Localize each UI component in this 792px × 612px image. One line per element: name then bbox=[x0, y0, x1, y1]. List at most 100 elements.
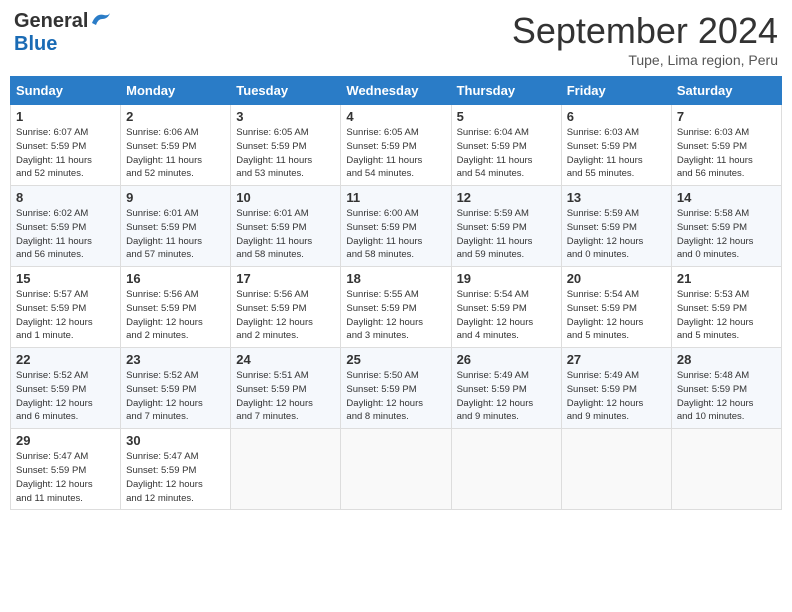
calendar-cell-5-7 bbox=[671, 429, 781, 510]
calendar-week-1: 1 Sunrise: 6:07 AM Sunset: 5:59 PM Daylig… bbox=[11, 105, 782, 186]
calendar-cell-2-3: 10Sunrise: 6:01 AM Sunset: 5:59 PM Dayli… bbox=[231, 186, 341, 267]
day-info: Sunrise: 5:56 AM Sunset: 5:59 PM Dayligh… bbox=[236, 288, 335, 343]
calendar-cell-4-5: 26Sunrise: 5:49 AM Sunset: 5:59 PM Dayli… bbox=[451, 348, 561, 429]
calendar-week-5: 29 Sunrise: 5:47 AM Sunset: 5:59 PM Dayli… bbox=[11, 429, 782, 510]
day-info: Sunrise: 5:58 AM Sunset: 5:59 PM Dayligh… bbox=[677, 207, 776, 262]
logo: General Blue bbox=[14, 10, 112, 56]
calendar-cell-4-6: 27 Sunrise: 5:49 AM Sunset: 5:59 PM Dayli… bbox=[561, 348, 671, 429]
day-info: Sunrise: 5:59 AM Sunset: 5:59 PM Dayligh… bbox=[457, 207, 556, 262]
month-title: September 2024 bbox=[512, 10, 778, 52]
day-info: Sunrise: 5:53 AM Sunset: 5:59 PM Dayligh… bbox=[677, 288, 776, 343]
day-number: 7 bbox=[677, 109, 776, 124]
calendar-cell-5-5 bbox=[451, 429, 561, 510]
day-number: 23 bbox=[126, 352, 225, 367]
day-number: 9 bbox=[126, 190, 225, 205]
day-number: 6 bbox=[567, 109, 666, 124]
day-number: 29 bbox=[16, 433, 115, 448]
calendar-cell-2-7: 14 Sunrise: 5:58 AM Sunset: 5:59 PM Dayli… bbox=[671, 186, 781, 267]
header-wednesday: Wednesday bbox=[341, 77, 451, 105]
day-info: Sunrise: 6:05 AM Sunset: 5:59 PM Dayligh… bbox=[236, 126, 335, 181]
day-info: Sunrise: 5:59 AM Sunset: 5:59 PM Dayligh… bbox=[567, 207, 666, 262]
calendar-cell-1-6: 6Sunrise: 6:03 AM Sunset: 5:59 PM Daylig… bbox=[561, 105, 671, 186]
day-info: Sunrise: 5:57 AM Sunset: 5:59 PM Dayligh… bbox=[16, 288, 115, 343]
calendar-cell-2-6: 13 Sunrise: 5:59 AM Sunset: 5:59 PM Dayli… bbox=[561, 186, 671, 267]
logo-general-text: General bbox=[14, 10, 88, 33]
calendar-cell-1-1: 1 Sunrise: 6:07 AM Sunset: 5:59 PM Daylig… bbox=[11, 105, 121, 186]
header-monday: Monday bbox=[121, 77, 231, 105]
calendar-cell-2-4: 11Sunrise: 6:00 AM Sunset: 5:59 PM Dayli… bbox=[341, 186, 451, 267]
calendar-cell-3-5: 19Sunrise: 5:54 AM Sunset: 5:59 PM Dayli… bbox=[451, 267, 561, 348]
day-info: Sunrise: 5:47 AM Sunset: 5:59 PM Dayligh… bbox=[16, 450, 115, 505]
day-number: 15 bbox=[16, 271, 115, 286]
day-number: 28 bbox=[677, 352, 776, 367]
calendar-cell-3-4: 18 Sunrise: 5:55 AM Sunset: 5:59 PM Dayli… bbox=[341, 267, 451, 348]
day-number: 13 bbox=[567, 190, 666, 205]
day-number: 3 bbox=[236, 109, 335, 124]
day-info: Sunrise: 5:52 AM Sunset: 5:59 PM Dayligh… bbox=[16, 369, 115, 424]
day-number: 25 bbox=[346, 352, 445, 367]
calendar-cell-2-1: 8 Sunrise: 6:02 AM Sunset: 5:59 PM Daylig… bbox=[11, 186, 121, 267]
calendar-cell-5-3 bbox=[231, 429, 341, 510]
logo-blue-text: Blue bbox=[14, 33, 57, 55]
day-info: Sunrise: 5:47 AM Sunset: 5:59 PM Dayligh… bbox=[126, 450, 225, 505]
header-row: Sunday Monday Tuesday Wednesday Thursday… bbox=[11, 77, 782, 105]
day-info: Sunrise: 6:07 AM Sunset: 5:59 PM Dayligh… bbox=[16, 126, 115, 181]
day-info: Sunrise: 5:54 AM Sunset: 5:59 PM Dayligh… bbox=[567, 288, 666, 343]
day-number: 14 bbox=[677, 190, 776, 205]
header-sunday: Sunday bbox=[11, 77, 121, 105]
day-number: 19 bbox=[457, 271, 556, 286]
calendar-cell-1-2: 2 Sunrise: 6:06 AM Sunset: 5:59 PM Daylig… bbox=[121, 105, 231, 186]
calendar-cell-3-6: 20 Sunrise: 5:54 AM Sunset: 5:59 PM Dayli… bbox=[561, 267, 671, 348]
calendar-cell-4-7: 28 Sunrise: 5:48 AM Sunset: 5:59 PM Dayli… bbox=[671, 348, 781, 429]
calendar-week-3: 15 Sunrise: 5:57 AM Sunset: 5:59 PM Dayli… bbox=[11, 267, 782, 348]
day-number: 1 bbox=[16, 109, 115, 124]
calendar-table: Sunday Monday Tuesday Wednesday Thursday… bbox=[10, 76, 782, 510]
day-info: Sunrise: 6:01 AM Sunset: 5:59 PM Dayligh… bbox=[126, 207, 225, 262]
calendar-header: Sunday Monday Tuesday Wednesday Thursday… bbox=[11, 77, 782, 105]
day-info: Sunrise: 5:56 AM Sunset: 5:59 PM Dayligh… bbox=[126, 288, 225, 343]
day-number: 5 bbox=[457, 109, 556, 124]
day-number: 27 bbox=[567, 352, 666, 367]
day-info: Sunrise: 5:49 AM Sunset: 5:59 PM Dayligh… bbox=[457, 369, 556, 424]
location-text: Tupe, Lima region, Peru bbox=[512, 52, 778, 68]
day-info: Sunrise: 6:01 AM Sunset: 5:59 PM Dayligh… bbox=[236, 207, 335, 262]
calendar-cell-1-4: 4 Sunrise: 6:05 AM Sunset: 5:59 PM Daylig… bbox=[341, 105, 451, 186]
calendar-cell-5-4 bbox=[341, 429, 451, 510]
day-info: Sunrise: 5:48 AM Sunset: 5:59 PM Dayligh… bbox=[677, 369, 776, 424]
header-friday: Friday bbox=[561, 77, 671, 105]
calendar-cell-5-1: 29 Sunrise: 5:47 AM Sunset: 5:59 PM Dayli… bbox=[11, 429, 121, 510]
day-info: Sunrise: 5:49 AM Sunset: 5:59 PM Dayligh… bbox=[567, 369, 666, 424]
day-info: Sunrise: 6:03 AM Sunset: 5:59 PM Dayligh… bbox=[677, 126, 776, 181]
day-number: 4 bbox=[346, 109, 445, 124]
title-section: September 2024 Tupe, Lima region, Peru bbox=[512, 10, 778, 68]
calendar-cell-3-2: 16 Sunrise: 5:56 AM Sunset: 5:59 PM Dayli… bbox=[121, 267, 231, 348]
calendar-cell-2-2: 9 Sunrise: 6:01 AM Sunset: 5:59 PM Daylig… bbox=[121, 186, 231, 267]
day-info: Sunrise: 6:00 AM Sunset: 5:59 PM Dayligh… bbox=[346, 207, 445, 262]
day-number: 8 bbox=[16, 190, 115, 205]
page-header: General Blue September 2024 Tupe, Lima r… bbox=[10, 10, 782, 68]
day-number: 16 bbox=[126, 271, 225, 286]
calendar-body: 1 Sunrise: 6:07 AM Sunset: 5:59 PM Daylig… bbox=[11, 105, 782, 510]
calendar-cell-3-1: 15 Sunrise: 5:57 AM Sunset: 5:59 PM Dayli… bbox=[11, 267, 121, 348]
calendar-cell-4-1: 22 Sunrise: 5:52 AM Sunset: 5:59 PM Dayli… bbox=[11, 348, 121, 429]
day-info: Sunrise: 6:04 AM Sunset: 5:59 PM Dayligh… bbox=[457, 126, 556, 181]
day-info: Sunrise: 5:55 AM Sunset: 5:59 PM Dayligh… bbox=[346, 288, 445, 343]
calendar-cell-2-5: 12 Sunrise: 5:59 AM Sunset: 5:59 PM Dayli… bbox=[451, 186, 561, 267]
day-info: Sunrise: 6:05 AM Sunset: 5:59 PM Dayligh… bbox=[346, 126, 445, 181]
day-number: 2 bbox=[126, 109, 225, 124]
day-number: 12 bbox=[457, 190, 556, 205]
day-number: 21 bbox=[677, 271, 776, 286]
day-info: Sunrise: 6:06 AM Sunset: 5:59 PM Dayligh… bbox=[126, 126, 225, 181]
calendar-cell-4-4: 25 Sunrise: 5:50 AM Sunset: 5:59 PM Dayli… bbox=[341, 348, 451, 429]
day-number: 22 bbox=[16, 352, 115, 367]
day-info: Sunrise: 5:50 AM Sunset: 5:59 PM Dayligh… bbox=[346, 369, 445, 424]
day-number: 18 bbox=[346, 271, 445, 286]
day-number: 24 bbox=[236, 352, 335, 367]
day-info: Sunrise: 5:51 AM Sunset: 5:59 PM Dayligh… bbox=[236, 369, 335, 424]
calendar-cell-3-3: 17 Sunrise: 5:56 AM Sunset: 5:59 PM Dayli… bbox=[231, 267, 341, 348]
day-info: Sunrise: 6:02 AM Sunset: 5:59 PM Dayligh… bbox=[16, 207, 115, 262]
day-number: 17 bbox=[236, 271, 335, 286]
header-saturday: Saturday bbox=[671, 77, 781, 105]
day-number: 20 bbox=[567, 271, 666, 286]
day-number: 30 bbox=[126, 433, 225, 448]
